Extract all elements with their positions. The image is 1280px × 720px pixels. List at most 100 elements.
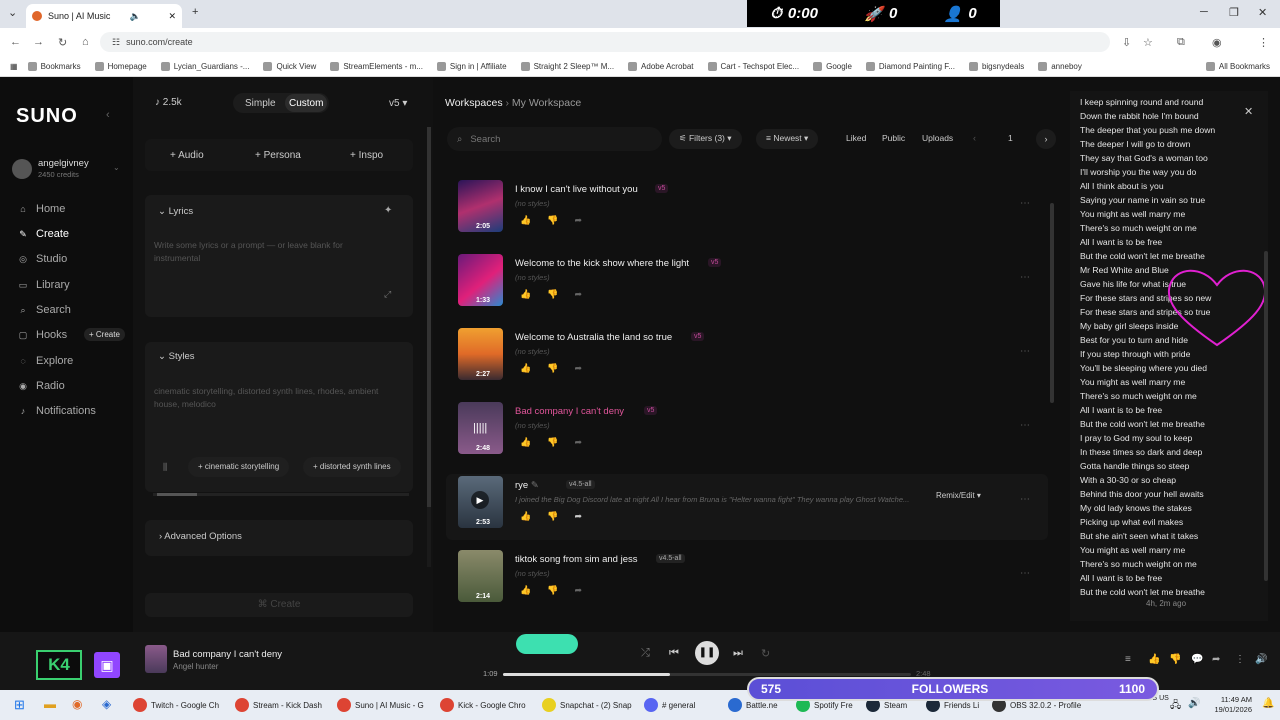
lyrics-scrollbar[interactable]: [1264, 91, 1268, 621]
taskbar-item-active[interactable]: Suno | AI Music - G: [337, 698, 424, 712]
previous-icon[interactable]: ⏮: [669, 647, 679, 660]
browser-tab[interactable]: Suno | AI Music 🔈 ✕: [26, 4, 182, 28]
bookmark-item[interactable]: Cart - Techspot Elec...: [707, 61, 799, 71]
thumbs-down-icon[interactable]: 👎: [547, 585, 558, 596]
more-options-icon[interactable]: ⋯: [1020, 420, 1030, 431]
nav-search[interactable]: ⌕ Search: [18, 304, 70, 316]
maximize-icon[interactable]: ❐: [1229, 6, 1239, 19]
forward-icon[interactable]: →: [33, 36, 44, 48]
nav-radio[interactable]: ◉ Radio: [18, 380, 65, 392]
add-audio-button[interactable]: + Audio: [170, 150, 204, 161]
bookmark-item[interactable]: Google: [813, 61, 852, 71]
thumbs-down-icon[interactable]: 👎: [547, 363, 558, 374]
nav-create[interactable]: ✎ Create: [18, 228, 69, 240]
bookmark-item[interactable]: Lycian_Guardians -...: [160, 61, 249, 71]
share-icon[interactable]: ➦: [574, 289, 582, 300]
firefox-icon[interactable]: ◉: [72, 697, 82, 711]
prev-page-icon[interactable]: ‹: [973, 133, 976, 143]
bookmark-item[interactable]: Quick View: [263, 61, 316, 71]
mode-custom[interactable]: Custom: [289, 98, 323, 109]
user-name[interactable]: angelgivney: [38, 158, 89, 169]
song-row[interactable]: ||||| 2:48 Bad company I can't deny v5 (…: [458, 402, 1048, 470]
style-chip[interactable]: + cinematic storytelling: [188, 457, 290, 477]
share-icon[interactable]: ➦: [574, 511, 582, 522]
progress-track[interactable]: [503, 673, 911, 676]
more-options-icon[interactable]: ⋯: [1020, 272, 1030, 283]
avatar[interactable]: [12, 159, 32, 179]
thumbs-up-icon[interactable]: 👍: [520, 585, 531, 596]
close-window-icon[interactable]: ✕: [1258, 6, 1267, 19]
nav-studio[interactable]: ◎ Studio: [18, 253, 67, 265]
song-row[interactable]: 1:33 Welcome to the kick show where the …: [458, 254, 1048, 322]
song-title-playing[interactable]: Bad company I can't deny: [515, 406, 624, 417]
thumbs-up-icon[interactable]: 👍: [520, 363, 531, 374]
bookmark-item[interactable]: Bookmarks: [27, 61, 81, 71]
styles-input[interactable]: cinematic storytelling, distorted synth …: [154, 385, 399, 411]
speaker-icon[interactable]: 🔊: [1188, 698, 1200, 709]
share-icon[interactable]: ➦: [1212, 654, 1220, 665]
collapse-sidebar-icon[interactable]: ‹: [106, 109, 110, 121]
thumbs-down-icon[interactable]: 👎: [547, 511, 558, 522]
lyrics-label[interactable]: ⌄ Lyrics: [158, 206, 193, 217]
player-more-icon[interactable]: ⋮: [1235, 654, 1245, 665]
more-options-icon[interactable]: ⋯: [1020, 494, 1030, 505]
volume-icon[interactable]: 🔊: [1255, 654, 1267, 665]
play-icon[interactable]: ▶: [471, 491, 489, 509]
song-title[interactable]: rye ✎: [515, 480, 539, 491]
thumbs-up-icon[interactable]: 👍: [520, 289, 531, 300]
bookmark-item[interactable]: Straight 2 Sleep™ M...: [520, 61, 614, 71]
add-persona-button[interactable]: + Persona: [255, 150, 301, 161]
more-options-icon[interactable]: ⋯: [1020, 568, 1030, 579]
browser-menu-icon[interactable]: ⋮: [1258, 36, 1269, 49]
nav-library[interactable]: ▭ Library: [18, 279, 70, 291]
close-icon[interactable]: ✕: [1244, 105, 1253, 118]
now-playing-cover[interactable]: [145, 645, 167, 673]
site-info-icon[interactable]: ☷: [112, 37, 120, 48]
thumbs-up-icon[interactable]: 👍: [520, 511, 531, 522]
file-explorer-icon[interactable]: ▬: [44, 697, 56, 711]
next-icon[interactable]: ⏭: [733, 647, 743, 660]
taskbar-item[interactable]: # general: [644, 698, 695, 712]
mute-icon[interactable]: 🔈: [130, 11, 141, 22]
thumbs-up-icon[interactable]: 👍: [520, 437, 531, 448]
breadcrumb-root[interactable]: Workspaces: [445, 97, 503, 109]
bookmark-item[interactable]: StreamElements - m...: [330, 61, 423, 71]
clock-date[interactable]: 19/01/2026: [1208, 705, 1252, 714]
hooks-create-button[interactable]: + Create: [84, 328, 125, 341]
form-scrollbar[interactable]: [427, 127, 431, 567]
thumbs-down-icon[interactable]: 👎: [547, 289, 558, 300]
apps-icon[interactable]: ▦: [10, 62, 18, 71]
sort-button[interactable]: ≡ Newest ▾: [756, 129, 819, 149]
chips-scrollbar[interactable]: [153, 493, 409, 496]
now-playing-artist[interactable]: Angel hunter: [173, 662, 218, 671]
expand-icon[interactable]: ⤢: [384, 289, 391, 300]
nav-home[interactable]: ⌂ Home: [18, 203, 65, 215]
bookmark-item[interactable]: Homepage: [94, 61, 147, 71]
song-title[interactable]: Welcome to the kick show where the light: [515, 258, 689, 269]
nav-explore[interactable]: ◌ Explore: [18, 355, 73, 367]
page-number[interactable]: 1: [1008, 133, 1013, 143]
nav-notifications[interactable]: ♪ Notifications: [18, 405, 96, 417]
all-bookmarks[interactable]: All Bookmarks: [1205, 61, 1270, 71]
close-tab-icon[interactable]: ✕: [168, 11, 176, 22]
remix-edit-button[interactable]: Remix/Edit ▾: [936, 491, 981, 500]
song-row[interactable]: 2:27 Welcome to Australia the land so tr…: [458, 328, 1048, 396]
install-icon[interactable]: ⇩: [1122, 36, 1131, 49]
thumbs-down-icon[interactable]: 👎: [547, 437, 558, 448]
clock-time[interactable]: 11:49 AM: [1212, 695, 1252, 704]
song-row[interactable]: 2:14 tiktok song from sim and jess v4.5-…: [458, 550, 1048, 618]
style-chip[interactable]: + distorted synth lines: [303, 457, 401, 477]
shuffle-icon[interactable]: ⤮: [641, 647, 650, 660]
share-icon[interactable]: ➦: [574, 437, 582, 448]
pause-button[interactable]: ❚❚: [695, 641, 719, 665]
bookmark-item[interactable]: Adobe Acrobat: [628, 61, 694, 71]
mode-simple[interactable]: Simple: [245, 98, 276, 109]
public-toggle[interactable]: Public: [882, 133, 905, 143]
song-row[interactable]: 2:05 I know I can't live without you v5 …: [458, 180, 1048, 248]
new-tab-icon[interactable]: +: [192, 6, 198, 18]
search-input[interactable]: ⌕ Search: [447, 127, 662, 151]
bookmark-item[interactable]: Sign in | Affiliate: [436, 61, 507, 71]
dislike-icon[interactable]: 👎: [1169, 654, 1181, 665]
song-row[interactable]: ▶ 2:53 rye ✎ v4.5-all I joined the Big D…: [458, 476, 1048, 544]
more-options-icon[interactable]: ⋯: [1020, 346, 1030, 357]
